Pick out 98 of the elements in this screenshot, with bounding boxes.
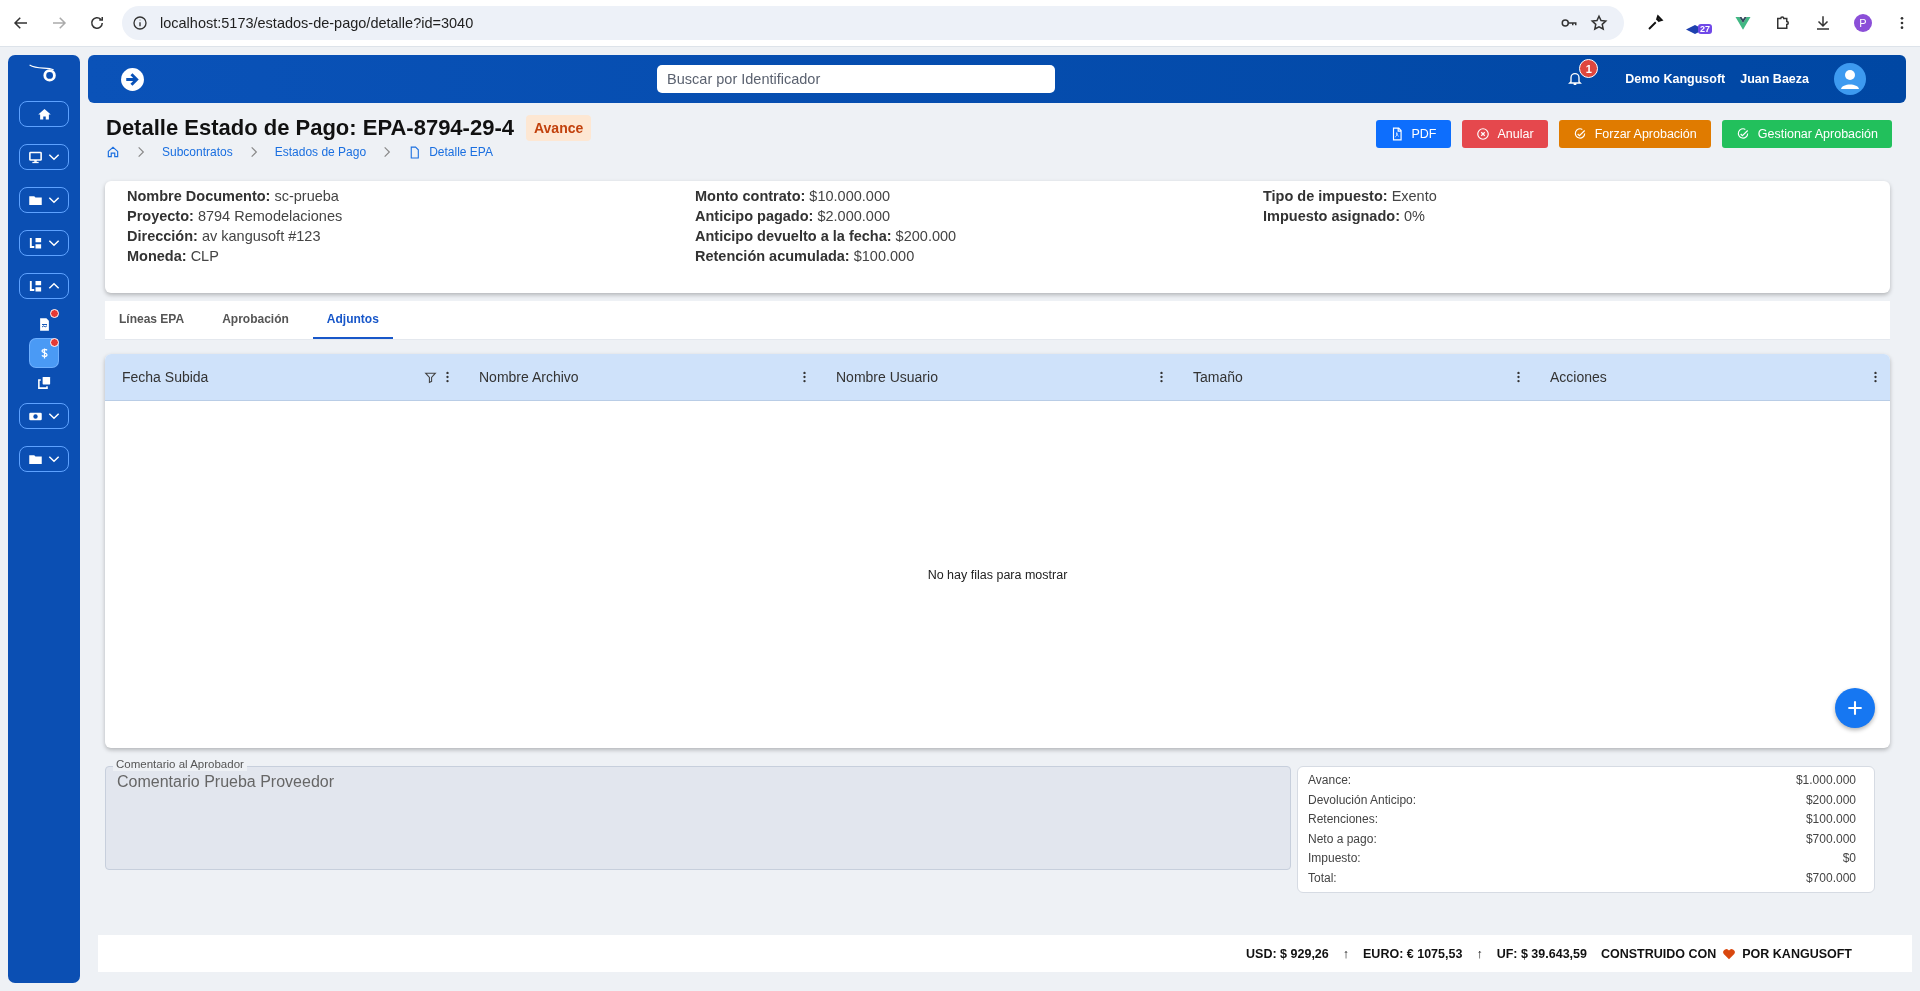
monitor-icon xyxy=(27,149,43,165)
back-icon[interactable] xyxy=(12,14,30,32)
star-icon[interactable] xyxy=(1590,14,1608,32)
trend-arrow: ↑ xyxy=(1476,946,1483,961)
info-field: Tipo de impuesto: Exento xyxy=(1263,186,1868,206)
info-field: Nombre Documento: sc-prueba xyxy=(127,186,695,206)
column-title: Nombre Archivo xyxy=(479,369,580,385)
info-icon[interactable] xyxy=(132,15,148,31)
column-menu-icon[interactable] xyxy=(1516,370,1521,384)
home-icon[interactable] xyxy=(106,145,120,159)
column-header[interactable]: Acciones xyxy=(1533,354,1890,400)
column-title: Nombre Usuario xyxy=(836,369,939,385)
credit-text: POR KANGUSOFT xyxy=(1742,946,1852,961)
action-button[interactable]: Anular xyxy=(1461,120,1548,148)
avatar-icon[interactable] xyxy=(1834,63,1866,95)
hierarchy-icon xyxy=(27,235,43,251)
profile-avatar[interactable]: P xyxy=(1854,14,1872,32)
total-label: Impuesto: xyxy=(1308,850,1361,867)
menu-group-button[interactable] xyxy=(19,230,69,256)
trend-arrow: ↑ xyxy=(1342,946,1350,961)
download-icon[interactable] xyxy=(1814,14,1832,32)
breadcrumb-link[interactable]: Detalle EPA xyxy=(408,145,493,159)
notification-count: 1 xyxy=(1579,59,1599,78)
total-label: Devolución Anticipo: xyxy=(1308,791,1417,809)
total-value: $700.000 xyxy=(1805,869,1856,887)
column-header[interactable]: Nombre Archivo xyxy=(462,354,819,400)
total-value: $100.000 xyxy=(1805,811,1856,828)
hierarchy-icon xyxy=(27,278,43,294)
info-field: Monto contrato: $10.000.000 xyxy=(695,186,1263,206)
column-header[interactable]: Nombre Usuario xyxy=(819,354,1176,400)
pipette-icon[interactable] xyxy=(1646,14,1664,32)
home-icon xyxy=(36,106,52,122)
total-label: Neto a pago: xyxy=(1308,830,1377,848)
exchange-rate: UF: $ 39.643,59 xyxy=(1496,946,1587,961)
column-title: Acciones xyxy=(1550,369,1608,385)
column-header[interactable]: Tamaño xyxy=(1176,354,1533,400)
plus-icon xyxy=(1845,698,1865,718)
info-field: Impuesto asignado: 0% xyxy=(1263,206,1868,226)
user-name: Juan Baeza xyxy=(1740,72,1809,86)
credit-text: CONSTRUIDO CON xyxy=(1601,946,1717,961)
total-value: $700.000 xyxy=(1805,830,1856,848)
info-field: Proyecto: 8794 Remodelaciones xyxy=(127,206,695,226)
extension-badge: 27 xyxy=(1698,24,1712,34)
column-menu-icon[interactable] xyxy=(802,370,807,384)
bell-icon[interactable] xyxy=(1567,71,1584,87)
total-label: Avance: xyxy=(1308,772,1352,789)
menu-group-button[interactable] xyxy=(19,403,69,429)
tab[interactable]: Adjuntos xyxy=(312,301,393,339)
tab[interactable]: Aprobación xyxy=(208,301,303,339)
column-header[interactable]: Fecha Subida xyxy=(105,354,462,400)
copy-icon xyxy=(36,374,52,390)
column-menu-icon[interactable] xyxy=(1159,370,1164,384)
search-field[interactable]: Buscar por Identificador xyxy=(657,65,1056,93)
puzzle-icon[interactable] xyxy=(1774,14,1792,32)
home-button[interactable] xyxy=(19,101,69,127)
column-menu-icon[interactable] xyxy=(1873,370,1878,384)
add-button[interactable] xyxy=(1835,688,1875,728)
total-value: $200.000 xyxy=(1805,791,1856,809)
cancel-circle-icon xyxy=(1475,127,1490,141)
menu-group-button[interactable] xyxy=(19,144,69,170)
total-label: Retenciones: xyxy=(1308,811,1379,828)
page-title: Detalle Estado de Pago: EPA-8794-29-4 xyxy=(106,115,514,141)
reload-icon[interactable] xyxy=(88,14,106,32)
total-value: $0 xyxy=(1842,850,1856,867)
column-title: Fecha Subida xyxy=(122,369,210,385)
heart-icon xyxy=(1722,946,1737,961)
company-name: Demo Kangusoft xyxy=(1625,72,1726,86)
empty-message: No hay filas para mostrar xyxy=(927,567,1068,582)
extension-button[interactable]: 27 xyxy=(1686,12,1712,34)
exchange-rate: USD: $ 929,26 xyxy=(1246,946,1329,961)
vue-icon[interactable] xyxy=(1734,14,1752,32)
info-field: Anticipo pagado: $2.000.000 xyxy=(695,206,1263,226)
document-icon xyxy=(408,145,422,159)
breadcrumb-link[interactable]: Subcontratos xyxy=(162,145,233,159)
action-button[interactable]: Forzar Aprobación xyxy=(1558,120,1711,148)
menu-group-button[interactable] xyxy=(19,273,69,299)
filter-icon[interactable] xyxy=(424,370,437,384)
total-value: $1.000.000 xyxy=(1795,772,1856,789)
check-circle-icon xyxy=(1735,127,1750,141)
exchange-rate: EURO: € 1075,53 xyxy=(1363,946,1463,961)
info-field: Dirección: av kangusoft #123 xyxy=(127,226,695,246)
action-button[interactable]: PDF xyxy=(1375,120,1451,148)
address-bar[interactable]: localhost:5173/estados-de-pago/detalle?id=3040 xyxy=(122,6,1624,40)
menu-group-button[interactable] xyxy=(19,187,69,213)
column-title: Tamaño xyxy=(1193,369,1244,385)
column-menu-icon[interactable] xyxy=(445,370,450,384)
comment-label: Comentario al Aprobador xyxy=(113,758,247,771)
menu-group-button[interactable] xyxy=(19,446,69,472)
menu-item[interactable] xyxy=(30,339,58,367)
tab[interactable]: Líneas EPA xyxy=(105,301,199,339)
breadcrumb-link[interactable]: Estados de Pago xyxy=(274,145,367,159)
info-field: Moneda: CLP xyxy=(127,246,695,266)
status-badge: Avance xyxy=(525,115,592,141)
check-circle-icon xyxy=(1572,127,1587,141)
total-label: Total: xyxy=(1308,869,1337,887)
info-field: Retención acumulada: $100.000 xyxy=(695,246,1263,266)
info-field: Anticipo devuelto a la fecha: $200.000 xyxy=(695,226,1263,246)
arrow-right-circle-icon[interactable] xyxy=(120,66,145,92)
